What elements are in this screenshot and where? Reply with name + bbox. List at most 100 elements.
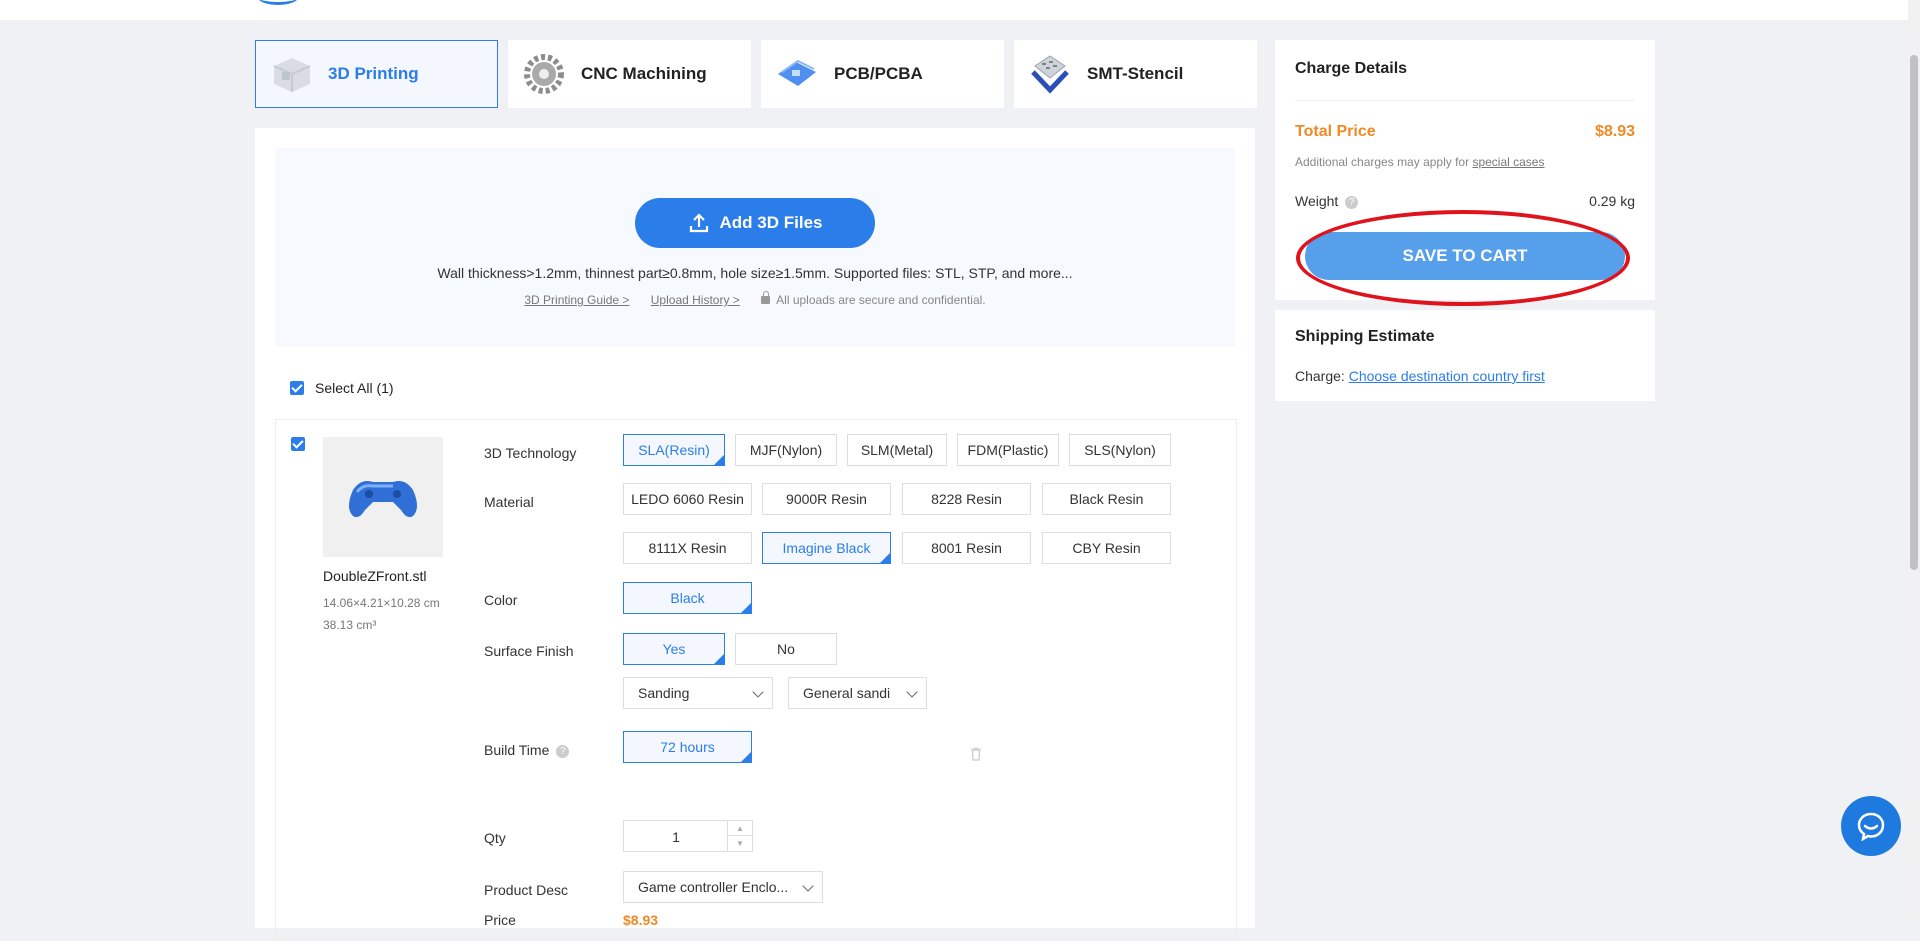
volume: 38.13 cm³ — [323, 618, 377, 632]
material-option[interactable]: 8111X Resin — [623, 532, 752, 564]
upload-hint: Wall thickness>1.2mm, thinnest part≥0.8m… — [437, 265, 1073, 281]
charge-details-panel: Charge Details Total Price $8.93 Additio… — [1275, 40, 1655, 300]
quantity-stepper: ▲ ▼ — [623, 820, 753, 853]
tech-option-mjf[interactable]: MJF(Nylon) — [735, 434, 837, 466]
tech-option-fdm[interactable]: FDM(Plastic) — [957, 434, 1059, 466]
finish-type-value: Sanding — [638, 685, 690, 701]
upload-history-link[interactable]: Upload History > — [651, 293, 740, 307]
save-to-cart-button[interactable]: SAVE TO CART — [1305, 232, 1625, 280]
chevron-down-icon — [752, 686, 764, 698]
tech-option-sla[interactable]: SLA(Resin) — [623, 434, 725, 466]
additional-charges-text: Additional charges may apply for — [1295, 155, 1470, 169]
material-option[interactable]: CBY Resin — [1042, 532, 1171, 564]
select-all[interactable]: Select All (1) — [290, 380, 394, 396]
surface-finish-label: Surface Finish — [484, 643, 574, 659]
shipping-charge: Charge: Choose destination country first — [1295, 368, 1545, 384]
tab-label: SMT-Stencil — [1087, 64, 1184, 83]
charge-details-title: Charge Details — [1295, 60, 1408, 77]
file-dimensions: 14.06×4.21×10.28 cm 38.13 cm³ — [323, 592, 440, 636]
printing-guide-link[interactable]: 3D Printing Guide > — [524, 293, 629, 307]
special-cases-link[interactable]: special cases — [1472, 155, 1544, 169]
tab-3d-printing[interactable]: 3D Printing — [255, 40, 498, 108]
chevron-down-icon — [802, 880, 814, 892]
build-time-label: Build Time — [484, 742, 550, 758]
model-thumbnail — [323, 437, 443, 557]
lock-icon — [761, 291, 771, 304]
stencil-icon — [1025, 51, 1075, 97]
secure-note: All uploads are secure and confidential. — [776, 293, 986, 307]
shipping-estimate-title: Shipping Estimate — [1295, 328, 1435, 345]
shipping-charge-label: Charge: — [1295, 368, 1345, 384]
weight-value: 0.29 kg — [1589, 193, 1635, 209]
product-desc-value: Game controller Enclo... — [638, 879, 789, 895]
upload-area[interactable]: Add 3D Files Wall thickness>1.2mm, thinn… — [275, 148, 1235, 346]
part-item: DoubleZFront.stl 14.06×4.21×10.28 cm 38.… — [275, 419, 1237, 941]
tab-cnc-machining[interactable]: CNC Machining — [508, 40, 751, 108]
tech-option-slm[interactable]: SLM(Metal) — [847, 434, 947, 466]
gear-icon — [519, 51, 569, 97]
trash-icon[interactable] — [970, 747, 982, 761]
tab-smt-stencil[interactable]: SMT-Stencil — [1014, 40, 1257, 108]
build-time-label-row: Build Time? — [484, 742, 570, 758]
total-price-value: $8.93 — [1594, 123, 1635, 140]
material-option[interactable]: 8228 Resin — [902, 483, 1031, 515]
upload-links: 3D Printing Guide > Upload History > All… — [275, 291, 1235, 307]
game-controller-model-icon — [349, 481, 417, 518]
tab-label: 3D Printing — [328, 64, 419, 83]
technology-label: 3D Technology — [484, 445, 577, 461]
upload-icon — [689, 213, 708, 233]
choose-country-link[interactable]: Choose destination country first — [1349, 368, 1545, 384]
surface-finish-no[interactable]: No — [735, 633, 837, 665]
price-label: Price — [484, 912, 516, 928]
material-label: Material — [484, 494, 534, 510]
qty-label: Qty — [484, 830, 506, 846]
select-all-checkbox[interactable] — [290, 381, 304, 395]
chevron-down-icon — [906, 686, 918, 698]
logo-sliver — [258, 0, 298, 5]
material-option[interactable]: 9000R Resin — [762, 483, 891, 515]
product-desc-select[interactable]: Game controller Enclo... — [623, 871, 823, 903]
build-time-option[interactable]: 72 hours — [623, 731, 752, 763]
file-name: DoubleZFront.stl — [323, 568, 427, 584]
quantity-input[interactable] — [624, 821, 728, 853]
surface-finish-yes[interactable]: Yes — [623, 633, 725, 665]
finish-detail-select[interactable]: General sandi — [788, 677, 927, 709]
decrement-button[interactable]: ▼ — [727, 836, 752, 851]
page-scrollbar[interactable] — [1908, 0, 1920, 922]
total-price-label: Total Price — [1295, 123, 1376, 140]
service-tabs: 3D Printing CNC Machining PCB/PCBA SMT-S… — [255, 40, 1257, 108]
material-option-selected[interactable]: Imagine Black — [762, 532, 891, 564]
chat-icon — [1857, 812, 1885, 841]
increment-button[interactable]: ▲ — [727, 821, 752, 836]
tab-label: CNC Machining — [581, 64, 707, 83]
divider — [1295, 100, 1635, 101]
shipping-estimate-panel: Shipping Estimate Charge: Choose destina… — [1275, 310, 1655, 401]
add-3d-files-button[interactable]: Add 3D Files — [635, 198, 875, 248]
material-option[interactable]: Black Resin — [1042, 483, 1171, 515]
product-desc-label: Product Desc — [484, 882, 569, 898]
item-checkbox[interactable] — [291, 437, 305, 451]
tab-pcb-pcba[interactable]: PCB/PCBA — [761, 40, 1004, 108]
quote-panel: Add 3D Files Wall thickness>1.2mm, thinn… — [255, 128, 1255, 941]
scrollbar-thumb[interactable] — [1910, 55, 1918, 570]
finish-type-select[interactable]: Sanding — [623, 677, 773, 709]
help-icon[interactable]: ? — [1345, 195, 1359, 209]
item-price: $8.93 — [623, 912, 659, 928]
tab-label: PCB/PCBA — [834, 64, 923, 83]
top-bar — [0, 0, 1908, 20]
dimensions: 14.06×4.21×10.28 cm — [323, 596, 440, 610]
additional-charges-note: Additional charges may apply for special… — [1295, 155, 1544, 169]
tech-option-sls[interactable]: SLS(Nylon) — [1069, 434, 1171, 466]
chat-button[interactable] — [1841, 796, 1901, 856]
help-icon[interactable]: ? — [556, 744, 570, 758]
weight-label-row: Weight? — [1295, 193, 1359, 209]
pcb-icon — [772, 51, 822, 97]
select-all-label: Select All (1) — [315, 380, 394, 396]
finish-detail-value: General sandi — [803, 685, 891, 701]
material-option[interactable]: LEDO 6060 Resin — [623, 483, 752, 515]
add-3d-files-label: Add 3D Files — [719, 213, 823, 232]
color-label: Color — [484, 592, 518, 608]
color-option-black[interactable]: Black — [623, 582, 752, 614]
material-option[interactable]: 8001 Resin — [902, 532, 1031, 564]
weight-label: Weight — [1295, 193, 1339, 209]
